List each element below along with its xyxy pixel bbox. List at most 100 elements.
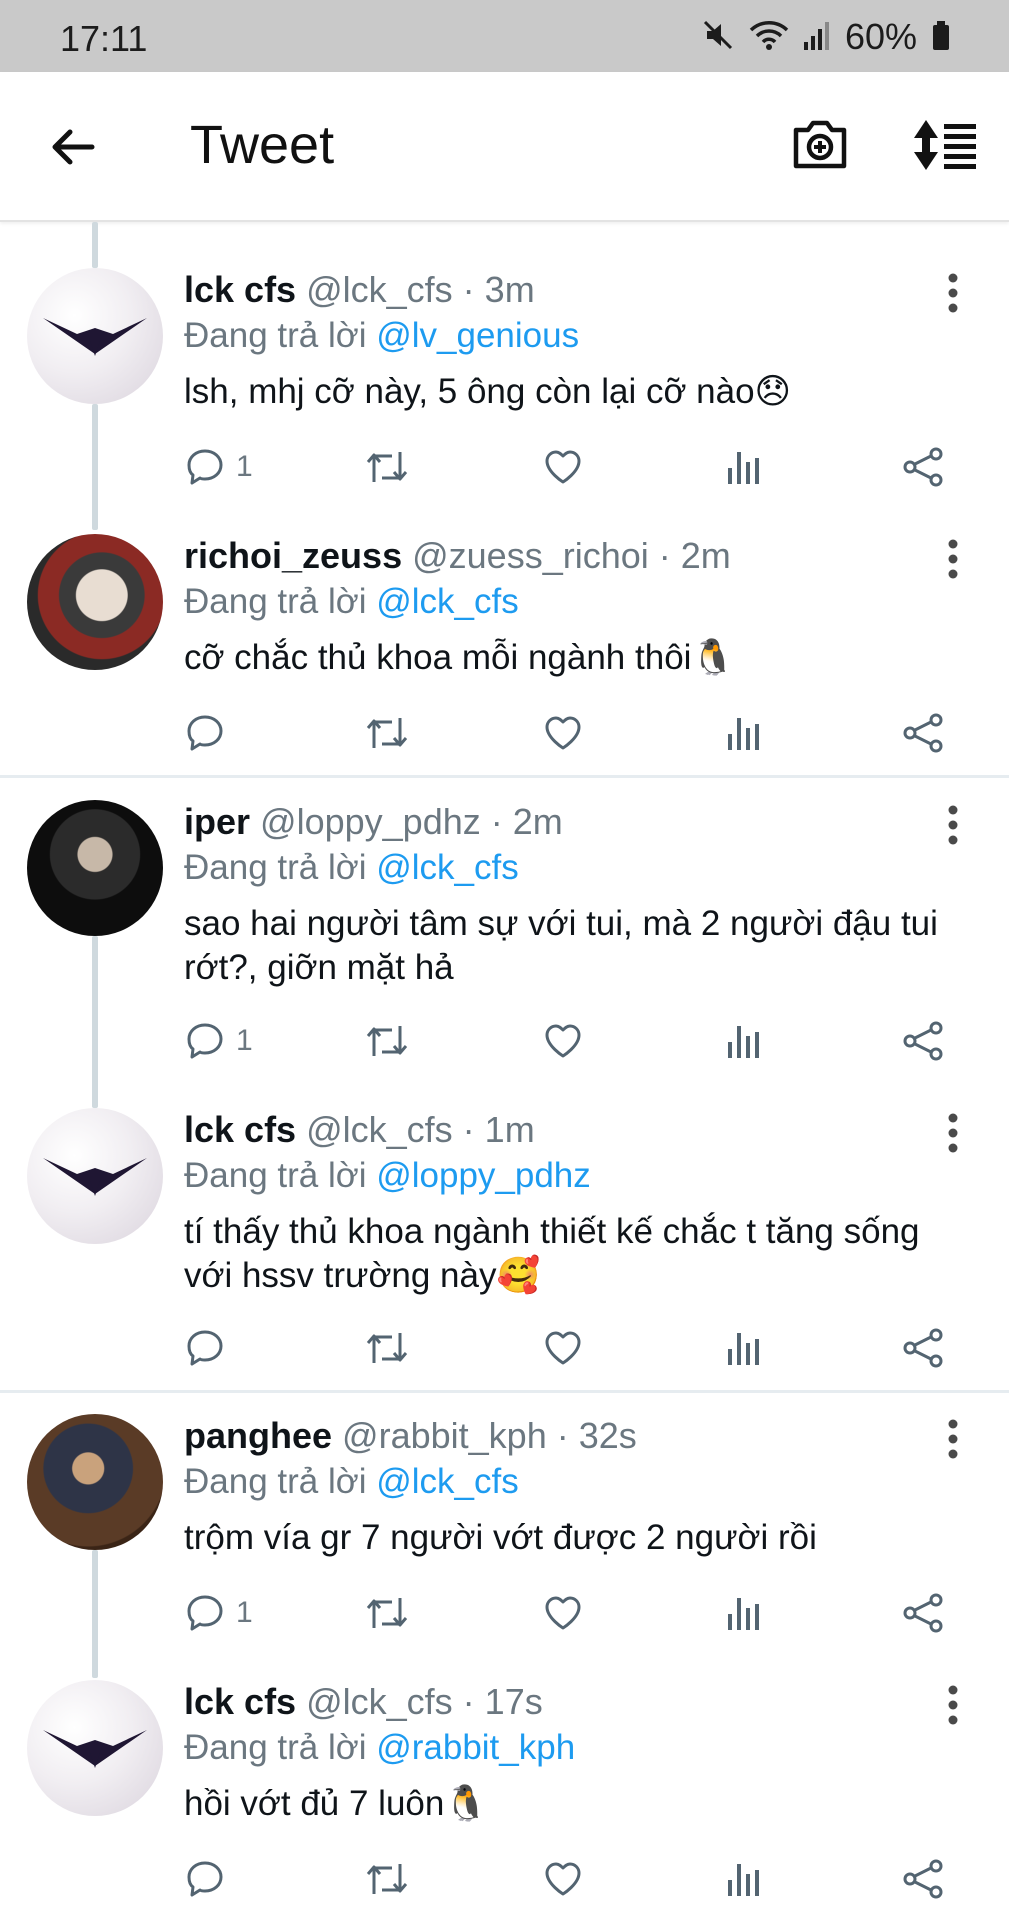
reply-button[interactable]: 1 xyxy=(184,446,253,488)
battery-icon xyxy=(931,18,951,57)
replying-to-label: Đang trả lời xyxy=(184,316,367,355)
back-arrow-icon[interactable] xyxy=(48,122,98,177)
share-button[interactable] xyxy=(902,1327,946,1369)
display-name[interactable]: iper xyxy=(184,801,250,842)
mute-icon xyxy=(701,18,735,57)
avatar[interactable] xyxy=(27,1108,163,1244)
retweet-button[interactable] xyxy=(364,712,410,754)
user-handle[interactable]: @lck_cfs xyxy=(306,1109,453,1150)
replying-to-label: Đang trả lời xyxy=(184,582,367,621)
reply-button[interactable]: 1 xyxy=(184,1020,253,1062)
more-options-icon[interactable] xyxy=(942,1112,964,1159)
user-handle[interactable]: @lck_cfs xyxy=(306,269,453,310)
replying-to-label: Đang trả lời xyxy=(184,1728,367,1767)
display-name[interactable]: lck cfs xyxy=(184,1109,296,1150)
analytics-button[interactable] xyxy=(724,1592,764,1634)
wifi-icon xyxy=(749,18,789,57)
retweet-button[interactable] xyxy=(364,446,410,488)
analytics-icon xyxy=(728,718,759,750)
heart-icon xyxy=(545,1596,581,1630)
user-handle[interactable]: @lck_cfs xyxy=(306,1681,453,1722)
reply-icon xyxy=(187,1023,223,1059)
share-icon xyxy=(903,713,943,753)
analytics-button[interactable] xyxy=(724,1858,764,1900)
more-options-icon[interactable] xyxy=(942,1684,964,1731)
display-name[interactable]: panghee xyxy=(184,1415,332,1456)
user-handle[interactable]: @loppy_pdhz xyxy=(260,801,481,842)
share-icon xyxy=(903,447,943,487)
avatar[interactable] xyxy=(27,1680,163,1816)
more-options-icon[interactable] xyxy=(942,804,964,851)
analytics-button[interactable] xyxy=(724,1327,764,1369)
like-button[interactable] xyxy=(542,446,584,488)
tweet-text: lsh, mhj cỡ này, 5 ông còn lại cỡ nào😞 xyxy=(184,372,792,411)
replying-to-label: Đang trả lời xyxy=(184,1156,367,1195)
reply-button[interactable] xyxy=(184,1327,236,1369)
reply-icon xyxy=(187,1861,223,1897)
replying-to-label: Đang trả lời xyxy=(184,1462,367,1501)
tweet-actions: 1 xyxy=(184,446,974,490)
retweet-button[interactable] xyxy=(364,1020,410,1062)
reply-button[interactable] xyxy=(184,712,236,754)
share-button[interactable] xyxy=(902,1592,946,1634)
heart-icon xyxy=(545,716,581,750)
analytics-button[interactable] xyxy=(724,1020,764,1062)
share-button[interactable] xyxy=(902,712,946,754)
user-handle[interactable]: @rabbit_kph xyxy=(342,1415,547,1456)
share-button[interactable] xyxy=(902,1020,946,1062)
more-options-icon[interactable] xyxy=(942,272,964,319)
retweet-icon xyxy=(366,718,408,748)
signal-icon xyxy=(803,18,831,57)
tweet-text: tí thấy thủ khoa ngành thiết kế chắc t t… xyxy=(184,1212,920,1295)
more-options-icon[interactable] xyxy=(942,1418,964,1465)
add-photo-icon[interactable] xyxy=(790,116,850,177)
status-time: 17:11 xyxy=(60,18,148,59)
like-button[interactable] xyxy=(542,1327,584,1369)
retweet-button[interactable] xyxy=(364,1592,410,1634)
reply-icon xyxy=(187,715,223,751)
like-button[interactable] xyxy=(542,1592,584,1634)
retweet-icon xyxy=(366,1864,408,1894)
like-button[interactable] xyxy=(542,712,584,754)
tweet-text: cỡ chắc thủ khoa mỗi ngành thôi🐧 xyxy=(184,638,736,677)
retweet-button[interactable] xyxy=(364,1858,410,1900)
display-name[interactable]: lck cfs xyxy=(184,269,296,310)
retweet-button[interactable] xyxy=(364,1327,410,1369)
more-options-icon[interactable] xyxy=(942,538,964,585)
lck-wing-logo-icon xyxy=(43,1158,147,1196)
thread-line xyxy=(92,936,98,1108)
avatar[interactable] xyxy=(27,534,163,670)
reply-count: 1 xyxy=(236,450,253,483)
heart-icon xyxy=(545,1862,581,1896)
avatar[interactable] xyxy=(27,1414,163,1550)
heart-icon xyxy=(545,450,581,484)
retweet-icon xyxy=(366,1333,408,1363)
tweet-actions xyxy=(184,1858,974,1902)
user-handle[interactable]: @zuess_richoi xyxy=(412,535,649,576)
reply-mention-link[interactable]: @lv_genious xyxy=(376,316,579,355)
display-name[interactable]: richoi_zeuss xyxy=(184,535,402,576)
tweet-actions xyxy=(184,712,974,756)
reply-mention-link[interactable]: @loppy_pdhz xyxy=(376,1156,591,1195)
tweet-time: 3m xyxy=(484,269,535,310)
analytics-button[interactable] xyxy=(724,712,764,754)
share-button[interactable] xyxy=(902,446,946,488)
retweet-icon xyxy=(366,452,408,482)
sort-icon[interactable] xyxy=(912,118,978,177)
thread-line xyxy=(92,404,98,530)
reply-mention-link[interactable]: @lck_cfs xyxy=(376,582,519,621)
page-title: Tweet xyxy=(190,115,335,175)
reply-mention-link[interactable]: @lck_cfs xyxy=(376,1462,519,1501)
reply-button[interactable] xyxy=(184,1858,236,1900)
reply-button[interactable]: 1 xyxy=(184,1592,253,1634)
reply-mention-link[interactable]: @rabbit_kph xyxy=(376,1728,575,1767)
avatar[interactable] xyxy=(27,268,163,404)
reply-mention-link[interactable]: @lck_cfs xyxy=(376,848,519,887)
display-name[interactable]: lck cfs xyxy=(184,1681,296,1722)
like-button[interactable] xyxy=(542,1020,584,1062)
share-button[interactable] xyxy=(902,1858,946,1900)
analytics-button[interactable] xyxy=(724,446,764,488)
like-button[interactable] xyxy=(542,1858,584,1900)
avatar[interactable] xyxy=(27,800,163,936)
share-icon xyxy=(903,1021,943,1061)
